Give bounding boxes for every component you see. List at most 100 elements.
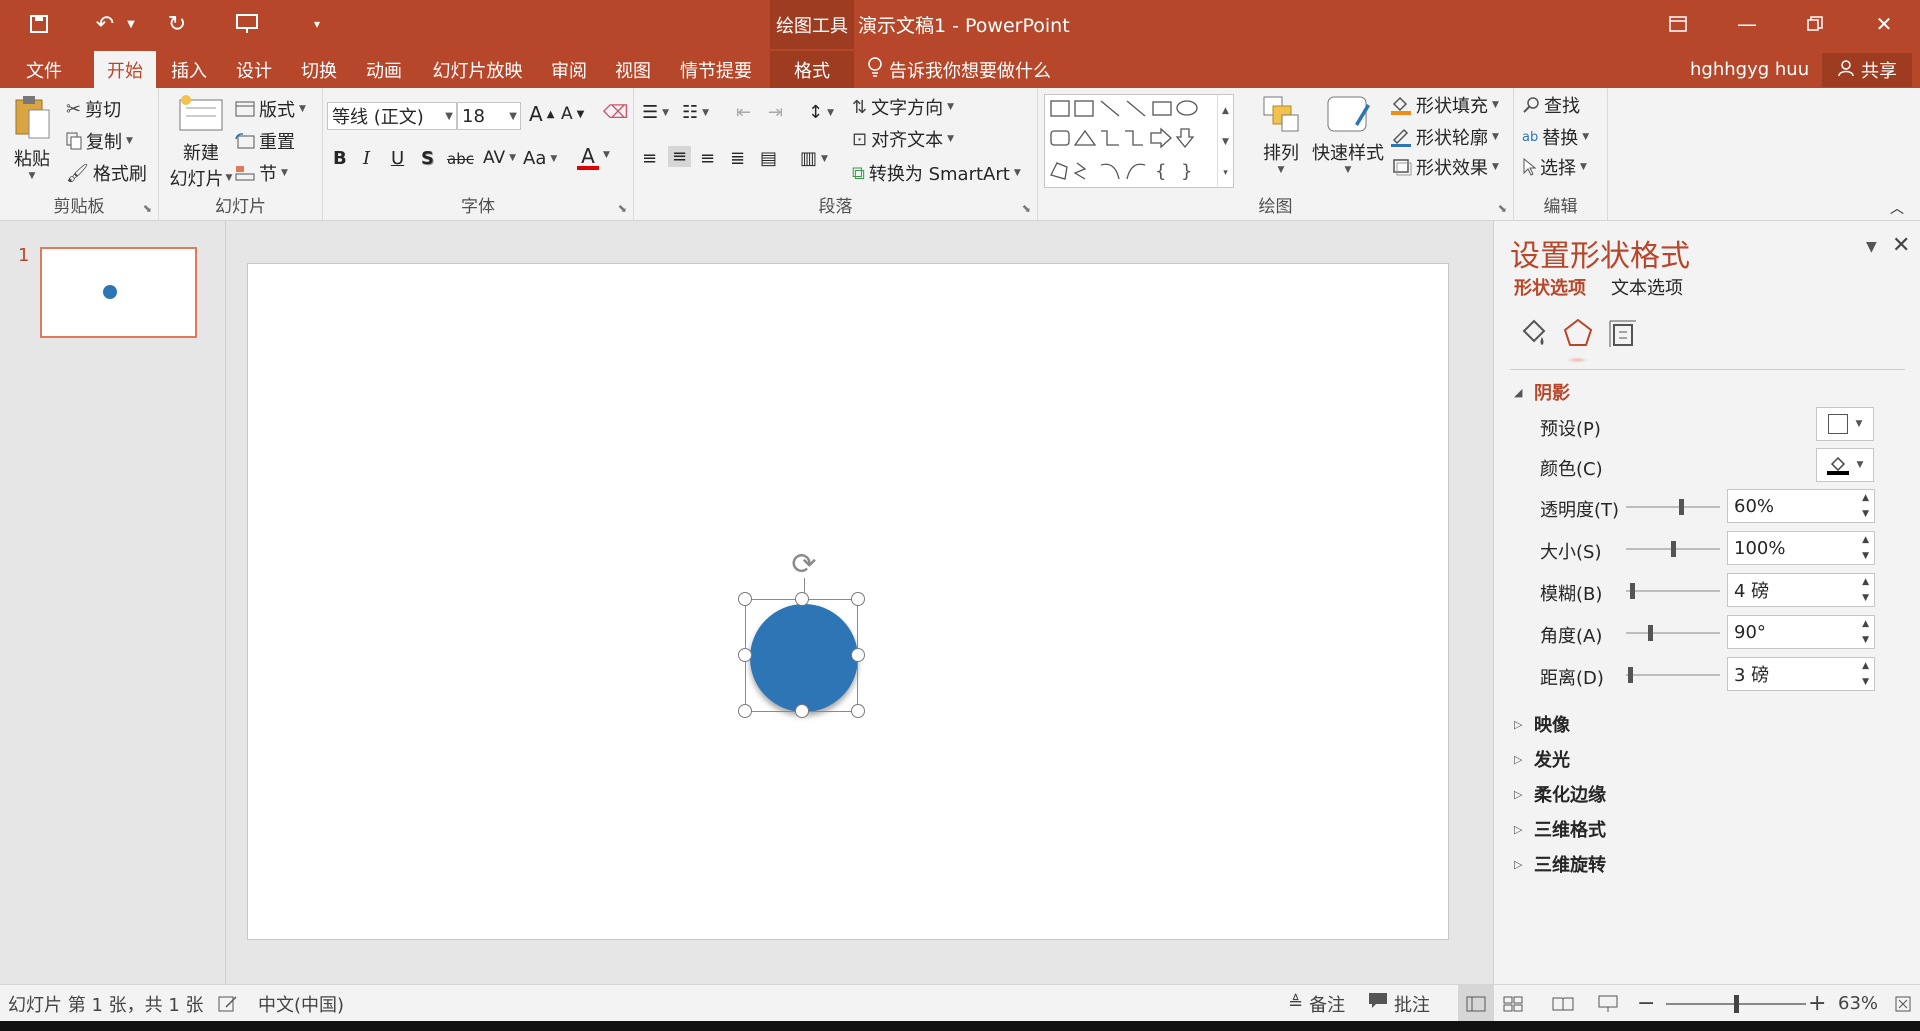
reset-button[interactable]: 重置 <box>235 128 295 154</box>
undo-dropdown-icon[interactable]: ▼ <box>124 10 138 38</box>
transparency-slider-thumb[interactable] <box>1679 499 1684 515</box>
resize-handle-bottom[interactable] <box>795 704 809 718</box>
paste-button[interactable]: 粘贴 ▼ <box>8 94 56 181</box>
select-dropdown-icon[interactable]: ▼ <box>1580 162 1587 172</box>
tell-me-search[interactable]: 告诉我你想要做什么 <box>867 51 1051 88</box>
shapes-gallery-scroll[interactable]: ▲ ▼ ▾ <box>1217 95 1233 189</box>
arrange-button[interactable]: 排列 ▼ <box>1256 94 1306 175</box>
paste-dropdown-icon[interactable]: ▼ <box>29 171 36 181</box>
new-slide-button[interactable]: 新建 幻灯片 ▼ <box>169 94 233 191</box>
pane-options-icon[interactable]: ▼ <box>1866 239 1877 255</box>
zoom-in-icon[interactable]: + <box>1808 985 1826 1022</box>
smartart-dropdown-icon[interactable]: ▼ <box>1014 168 1021 178</box>
blur-slider-thumb[interactable] <box>1630 583 1635 599</box>
size-slider-thumb[interactable] <box>1671 541 1676 557</box>
find-button[interactable]: 查找 <box>1522 92 1580 118</box>
reading-view-icon[interactable] <box>1552 985 1574 1022</box>
font-name-box[interactable]: 等线 (正文) ▼ <box>327 102 457 130</box>
dialog-launcher-icon[interactable]: ⬊ <box>143 202 152 215</box>
angle-input[interactable]: 90° ▲ ▼ <box>1727 615 1875 649</box>
arrange-dropdown-icon[interactable]: ▼ <box>1278 165 1285 175</box>
soft-edges-section-header[interactable]: ▷ 柔化边缘 <box>1514 781 1606 807</box>
tab-slideshow[interactable]: 幻灯片放映 <box>420 51 535 88</box>
pane-close-icon[interactable]: ✕ <box>1892 233 1910 258</box>
increase-indent-icon[interactable]: ⇥ <box>768 102 783 123</box>
glow-section-header[interactable]: ▷ 发光 <box>1514 746 1570 772</box>
tab-format[interactable]: 格式 <box>770 51 854 88</box>
spin-up-icon[interactable]: ▲ <box>1862 661 1869 671</box>
share-button[interactable]: 共享 <box>1822 53 1912 87</box>
drawing-dialog-launcher-icon[interactable]: ⬊ <box>1498 202 1507 215</box>
shape-outline-button[interactable]: 形状轮廓 ▼ <box>1390 124 1499 150</box>
spin-up-icon[interactable]: ▲ <box>1862 577 1869 587</box>
italic-icon[interactable]: I <box>363 148 370 169</box>
distance-slider-thumb[interactable] <box>1628 667 1633 683</box>
clear-formatting-icon[interactable]: ⌫ <box>603 102 628 123</box>
shadow-section-header[interactable]: ◢ 阴影 <box>1514 379 1570 405</box>
preset-dropdown[interactable]: ▼ <box>1816 407 1874 441</box>
restore-icon[interactable] <box>1795 8 1835 40</box>
resize-handle-top-left[interactable] <box>738 592 752 606</box>
minimize-icon[interactable]: — <box>1727 8 1767 40</box>
shape-fill-button[interactable]: 形状填充 ▼ <box>1390 92 1499 118</box>
line-spacing-icon[interactable]: ↕ ▼ <box>808 102 834 123</box>
section-button[interactable]: 节 ▼ <box>235 160 288 186</box>
tab-animations[interactable]: 动画 <box>355 51 413 88</box>
layout-dropdown-icon[interactable]: ▼ <box>299 104 306 114</box>
spin-down-icon[interactable]: ▼ <box>1862 635 1869 645</box>
tab-insert[interactable]: 插入 <box>160 51 218 88</box>
layout-button[interactable]: 版式 ▼ <box>235 96 306 122</box>
3d-format-section-header[interactable]: ▷ 三维格式 <box>1514 816 1606 842</box>
size-properties-icon[interactable] <box>1600 311 1644 355</box>
size-input[interactable]: 100% ▲ ▼ <box>1727 531 1875 565</box>
start-from-beginning-icon[interactable] <box>230 10 264 38</box>
align-text-dropdown-icon[interactable]: ▼ <box>947 134 954 144</box>
format-painter-button[interactable]: 🖌 格式刷 <box>66 160 147 186</box>
customize-qat-icon[interactable]: ▾ <box>305 10 329 38</box>
justify-icon[interactable]: ≣ <box>730 148 745 169</box>
zoom-out-icon[interactable]: − <box>1637 985 1655 1022</box>
strikethrough-icon[interactable]: abc <box>447 150 474 168</box>
redo-icon[interactable]: ↻ <box>160 10 194 38</box>
fill-line-icon[interactable] <box>1512 311 1556 355</box>
bullets-icon[interactable]: ☰ ▼ <box>642 102 669 123</box>
font-color-dropdown-icon[interactable]: ▼ <box>603 150 610 160</box>
text-direction-dropdown-icon[interactable]: ▼ <box>947 102 954 112</box>
comments-button[interactable]: 批注 <box>1368 985 1430 1022</box>
font-dialog-launcher-icon[interactable]: ⬊ <box>618 202 627 215</box>
cut-button[interactable]: ✂ 剪切 <box>66 96 121 122</box>
tab-home[interactable]: 开始 <box>94 51 156 88</box>
distance-slider[interactable] <box>1626 667 1720 683</box>
align-center-icon[interactable]: ≡ <box>668 146 692 167</box>
shapes-gallery[interactable]: { } ▲ ▼ ▾ <box>1044 94 1234 189</box>
size-slider[interactable] <box>1626 541 1720 557</box>
quick-styles-button[interactable]: 快速样式 ▼ <box>1308 94 1388 175</box>
blur-slider[interactable] <box>1626 583 1720 599</box>
font-color-icon[interactable]: A <box>577 146 599 170</box>
color-dropdown[interactable]: ▼ <box>1816 448 1874 482</box>
tab-file[interactable]: 文件 <box>14 51 74 88</box>
slide-thumbnail[interactable] <box>40 247 197 338</box>
undo-icon[interactable]: ↶ <box>88 10 122 38</box>
align-left-icon[interactable]: ≡ <box>642 148 657 169</box>
replace-dropdown-icon[interactable]: ▼ <box>1582 132 1589 142</box>
copy-dropdown-icon[interactable]: ▼ <box>126 136 133 146</box>
character-spacing-icon[interactable]: AV ▼ <box>483 148 516 168</box>
collapse-ribbon-icon[interactable]: ︿ <box>1890 198 1904 218</box>
underline-icon[interactable]: U <box>391 148 404 169</box>
tab-view[interactable]: 视图 <box>604 51 662 88</box>
fit-to-window-icon[interactable] <box>1894 985 1912 1022</box>
blur-input[interactable]: 4 磅 ▲ ▼ <box>1727 573 1875 607</box>
numbering-icon[interactable]: ☷ ▼ <box>682 102 709 123</box>
quick-styles-dropdown-icon[interactable]: ▼ <box>1345 165 1352 175</box>
convert-smartart-button[interactable]: ⧉ 转换为 SmartArt ▼ <box>852 160 1021 186</box>
copy-button[interactable]: 复制 ▼ <box>66 128 133 154</box>
angle-slider[interactable] <box>1626 625 1720 641</box>
resize-handle-bottom-right[interactable] <box>851 704 865 718</box>
resize-handle-right[interactable] <box>851 648 865 662</box>
close-icon[interactable]: ✕ <box>1864 8 1904 40</box>
font-size-dropdown-icon[interactable]: ▼ <box>509 111 517 122</box>
shape-effects-button[interactable]: 形状效果 ▼ <box>1390 154 1499 180</box>
notes-button[interactable]: ≜ 备注 <box>1288 985 1345 1022</box>
align-text-button[interactable]: ⊡ 对齐文本 ▼ <box>852 126 954 152</box>
